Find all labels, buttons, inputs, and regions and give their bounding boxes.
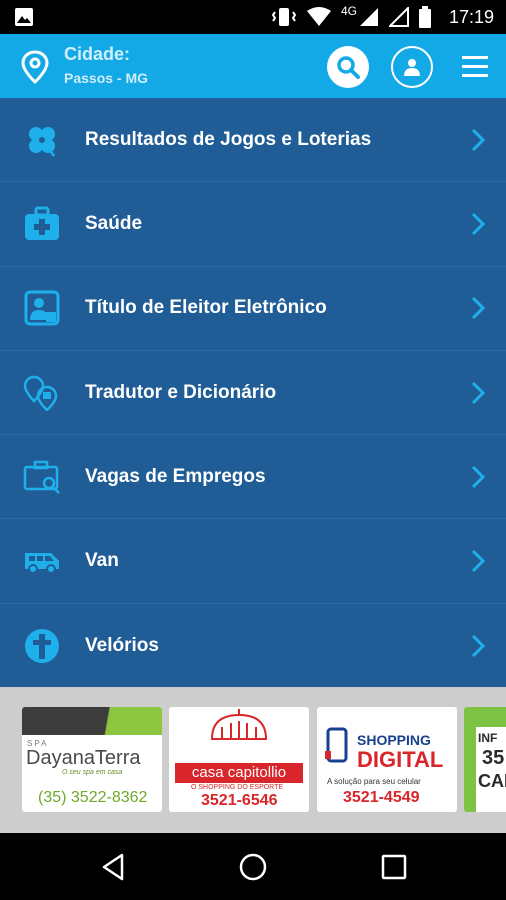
chevron-right-icon [471, 297, 486, 320]
ad-casa-capitollio[interactable]: casa capitollio O SHOPPING DO ESPORTE 35… [169, 707, 309, 812]
ad-banner-strip: SPA DayanaTerra O seu spa em casa (35) 3… [0, 687, 506, 833]
dome-logo [210, 709, 268, 740]
menu-item-van[interactable]: Van [0, 519, 506, 604]
ad-brand: CAR [478, 771, 506, 791]
medical-kit-icon [22, 204, 62, 244]
hamburger-menu-icon[interactable] [460, 52, 490, 80]
city-label: Cidade: [64, 44, 131, 64]
ad-tagline: O seu spa em casa [62, 769, 123, 776]
signal-icon [388, 7, 409, 27]
recents-icon[interactable] [378, 851, 410, 883]
menu-item-label: Van [85, 550, 119, 572]
clock: 17:19 [448, 6, 494, 27]
menu-item-label: Tradutor e Dicionário [85, 381, 277, 403]
translate-icon [22, 373, 62, 413]
ad-phone: 3521-6546 [201, 792, 278, 809]
menu-item-label: Velórios [85, 634, 159, 656]
ad-dayana-terra[interactable]: SPA DayanaTerra O seu spa em casa (35) 3… [22, 707, 162, 812]
ad-brand-top: SHOPPING [357, 732, 431, 748]
app-header: Cidade: Passos - MG [0, 34, 506, 98]
ad-phone: (35) 3522-8362 [38, 789, 148, 806]
chevron-right-icon [471, 128, 486, 151]
chevron-right-icon [471, 634, 486, 657]
main-menu-list: Resultados de Jogos e Loterias Saúde Tít… [0, 98, 506, 687]
image-icon [15, 8, 33, 26]
chevron-right-icon [471, 381, 486, 404]
ad-phone: 3521-4549 [343, 789, 420, 806]
menu-item-label: Saúde [85, 212, 143, 234]
battery-icon [418, 6, 431, 28]
menu-item-velorios[interactable]: Velórios [0, 604, 506, 688]
van-icon [22, 541, 62, 581]
back-icon[interactable] [98, 851, 130, 883]
ad-tagline: A solução para seu celular [327, 777, 421, 786]
phone-logo [325, 727, 348, 763]
ad-brand: casa capitollio [175, 763, 303, 783]
user-icon [404, 59, 420, 76]
signal-icon [359, 8, 378, 26]
clover-icon [22, 120, 62, 160]
cross-icon [22, 626, 62, 666]
ad-shopping-digital[interactable]: SHOPPING DIGITAL A solução para seu celu… [317, 707, 457, 812]
network-type: 4G [340, 4, 357, 18]
home-icon[interactable] [237, 851, 269, 883]
menu-item-label: Título de Eleitor Eletrônico [85, 297, 327, 319]
ad-brand: DIGITAL [357, 747, 444, 772]
menu-item-label: Vagas de Empregos [85, 465, 266, 487]
user-profile-button[interactable] [391, 46, 433, 88]
status-bar: 4G 17:19 [0, 0, 506, 34]
chevron-right-icon [471, 212, 486, 235]
menu-item-tradutor[interactable]: Tradutor e Dicionário [0, 351, 506, 436]
ad-brand: DayanaTerra [26, 747, 141, 769]
vibrate-icon [271, 8, 297, 26]
menu-item-saude[interactable]: Saúde [0, 182, 506, 267]
menu-item-vagas-empregos[interactable]: Vagas de Empregos [0, 435, 506, 520]
ad-brand-top: INF [478, 731, 498, 745]
ad-info-car[interactable]: INF 35 CAR [464, 707, 506, 812]
city-selector[interactable]: Passos - MG [64, 70, 148, 86]
location-pin-icon[interactable] [20, 50, 50, 84]
job-search-icon [22, 457, 62, 497]
chevron-right-icon [471, 550, 486, 573]
ad-leaf-graphic [22, 707, 162, 735]
ad-phone: 35 [482, 747, 505, 769]
voter-card-icon [22, 288, 62, 328]
chevron-right-icon [471, 465, 486, 488]
android-nav-bar [0, 833, 506, 900]
search-icon [337, 56, 360, 79]
search-button[interactable] [327, 46, 369, 88]
ad-tagline: O SHOPPING DO ESPORTE [191, 784, 284, 791]
wifi-icon [306, 7, 331, 26]
menu-item-loterias[interactable]: Resultados de Jogos e Loterias [0, 98, 506, 183]
menu-item-titulo-eleitor[interactable]: Título de Eleitor Eletrônico [0, 267, 506, 351]
menu-item-label: Resultados de Jogos e Loterias [85, 128, 372, 150]
